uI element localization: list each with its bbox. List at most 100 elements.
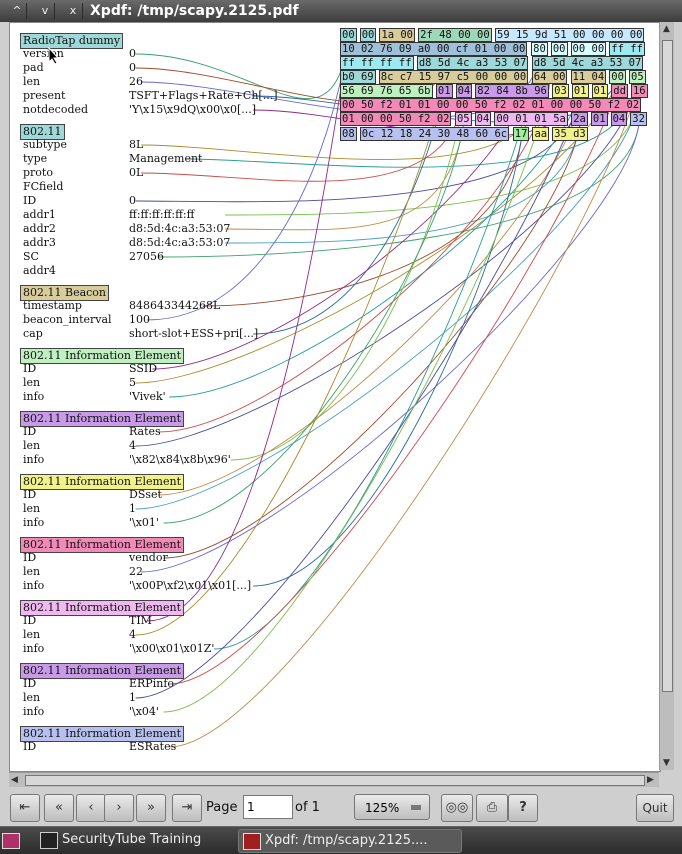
- field-value: d8:5d:4c:a3:53:07: [129, 236, 231, 249]
- field-value: Management: [129, 152, 203, 165]
- field-name: len: [23, 75, 41, 88]
- task-label: SecurityTube Training: [62, 832, 202, 847]
- field-name: len: [23, 691, 41, 704]
- hex-byte-group: 00 00: [570, 42, 607, 56]
- hex-byte-group: 04: [610, 112, 628, 126]
- field-name: ID: [23, 677, 37, 690]
- back-ten-pages-icon[interactable]: «: [44, 794, 74, 822]
- hex-byte-group: 2a: [571, 112, 588, 126]
- horizontal-scrollbar[interactable]: ◀ ▶: [9, 772, 659, 787]
- field-name: len: [23, 565, 41, 578]
- scroll-down-icon[interactable]: ▼: [663, 756, 670, 770]
- scroll-right-icon[interactable]: ▶: [647, 773, 654, 787]
- app-menu-icon[interactable]: [2, 833, 20, 849]
- hex-byte-group: 00: [340, 28, 357, 42]
- field-name: ID: [23, 551, 37, 564]
- hex-byte-group: 03: [552, 84, 569, 98]
- minimize-button[interactable]: v: [36, 3, 55, 19]
- field-value: TSFT+Flags+Rate+Ch[...]: [129, 89, 278, 102]
- horizontal-scroll-thumb[interactable]: [25, 775, 645, 786]
- task-xpdf[interactable]: Xpdf: /tmp/scapy.2125....: [238, 829, 462, 853]
- zoom-select[interactable]: 125%: [354, 794, 430, 820]
- task-securitytube[interactable]: SecurityTube Training: [36, 829, 252, 851]
- hex-byte-group: 64 00: [531, 70, 568, 84]
- field-value: 0L: [129, 166, 144, 179]
- hex-byte-group: 01 00 00 50 f2 02: [340, 112, 452, 126]
- hex-byte-group: 0c 12 18 24 30 48 60 6c: [359, 127, 510, 141]
- forward-ten-pages-icon[interactable]: »: [136, 794, 166, 822]
- hex-byte-group: ff ff: [609, 42, 645, 56]
- field-value: 0: [129, 194, 136, 207]
- field-value: 27056: [129, 250, 164, 263]
- field-value: 4: [129, 628, 136, 641]
- shade-up-button[interactable]: ^: [8, 3, 27, 19]
- hex-byte-group: 10 02 76 09 a0 00 cf 01 00 00: [340, 42, 528, 56]
- next-page-icon[interactable]: ›: [104, 794, 134, 822]
- dropdown-icon: [411, 805, 421, 810]
- vertical-scroll-thumb[interactable]: [662, 40, 673, 692]
- packet-dissection: RadioTap dummy version 0 pad 0 len 26 present TS…: [10, 23, 660, 771]
- field-value: '\x00P\xf2\x01\x01[...]: [129, 579, 252, 592]
- hex-byte-group: ff ff ff ff: [340, 56, 414, 70]
- field-name: len: [23, 628, 41, 641]
- hex-byte-group: 11 04: [570, 70, 607, 84]
- field-value: Rates: [129, 425, 161, 438]
- field-value: 5: [129, 376, 136, 389]
- field-value: DSset: [129, 488, 162, 501]
- page-number-input[interactable]: [243, 795, 293, 819]
- hex-byte-group: dd: [611, 84, 628, 98]
- field-value: ff:ff:ff:ff:ff:ff: [129, 208, 195, 221]
- hex-byte-group: 35 d3: [552, 127, 588, 141]
- close-button[interactable]: x: [64, 3, 83, 19]
- hex-byte-group: 00: [609, 70, 626, 84]
- field-name: notdecoded: [23, 103, 89, 116]
- field-value: '\x82\x84\x8b\x96': [129, 453, 231, 466]
- field-value: short-slot+ESS+pri[...]: [129, 327, 259, 340]
- field-value: 1: [129, 502, 136, 515]
- hex-byte-group: 1a 00: [379, 28, 415, 42]
- scroll-left-icon[interactable]: ◀: [11, 773, 18, 787]
- field-value: 22: [129, 565, 143, 578]
- vertical-scrollbar[interactable]: ▲ ▼: [659, 22, 674, 770]
- field-name: pad: [23, 61, 44, 74]
- field-value: ESRates: [129, 740, 177, 753]
- hex-byte-group: 01: [590, 112, 608, 126]
- hex-byte-group: 00 01 01 5a: [494, 112, 568, 126]
- field-value: 'Vivek': [129, 390, 166, 403]
- field-value: 26: [129, 75, 143, 88]
- hex-byte-group: b0 69: [340, 70, 376, 84]
- pdf-page-canvas[interactable]: RadioTap dummy version 0 pad 0 len 26 present TS…: [9, 22, 661, 772]
- field-name: info: [23, 516, 45, 529]
- hex-byte-group: d8 5d 4c a3 53 07: [531, 56, 644, 70]
- scroll-up-icon[interactable]: ▲: [663, 22, 670, 36]
- taskbar: SecurityTube Training Xpdf: /tmp/scapy.2…: [0, 826, 682, 854]
- field-value: ERPinfo: [129, 677, 175, 690]
- find-binoculars-icon[interactable]: ◎◎: [441, 794, 473, 822]
- hex-byte-group: d8 5d 4c a3 53 07: [416, 56, 529, 70]
- print-icon[interactable]: ⎙: [476, 794, 508, 822]
- field-value: 8L: [129, 138, 144, 151]
- field-name: info: [23, 705, 45, 718]
- hex-byte-group: 32: [630, 112, 647, 126]
- field-name: info: [23, 390, 45, 403]
- quit-button[interactable]: Quit: [636, 794, 674, 822]
- field-value: TIM: [129, 614, 152, 627]
- forward-history-icon[interactable]: ⇥: [172, 794, 202, 822]
- page-label: Page: [206, 800, 238, 815]
- hex-byte-group: 17: [512, 127, 530, 141]
- field-name: type: [23, 152, 48, 165]
- field-name: proto: [23, 166, 53, 179]
- field-name: len: [23, 376, 41, 389]
- hex-byte-group: 59 15 9d 51 00 00 00 00: [495, 28, 645, 42]
- hex-byte-group: 04: [455, 84, 473, 98]
- hex-byte-group: 08: [340, 127, 357, 141]
- help-icon[interactable]: ?: [508, 794, 538, 822]
- field-name: ID: [23, 362, 37, 375]
- layer-header: 802.11 Information Element: [20, 348, 185, 364]
- first-page-icon[interactable]: ⇤: [10, 794, 40, 822]
- hex-byte-group: 05: [454, 112, 472, 126]
- previous-page-icon[interactable]: ‹: [76, 794, 106, 822]
- field-name: FCfield: [23, 180, 64, 193]
- field-name: ID: [23, 614, 37, 627]
- field-name: addr4: [23, 264, 56, 277]
